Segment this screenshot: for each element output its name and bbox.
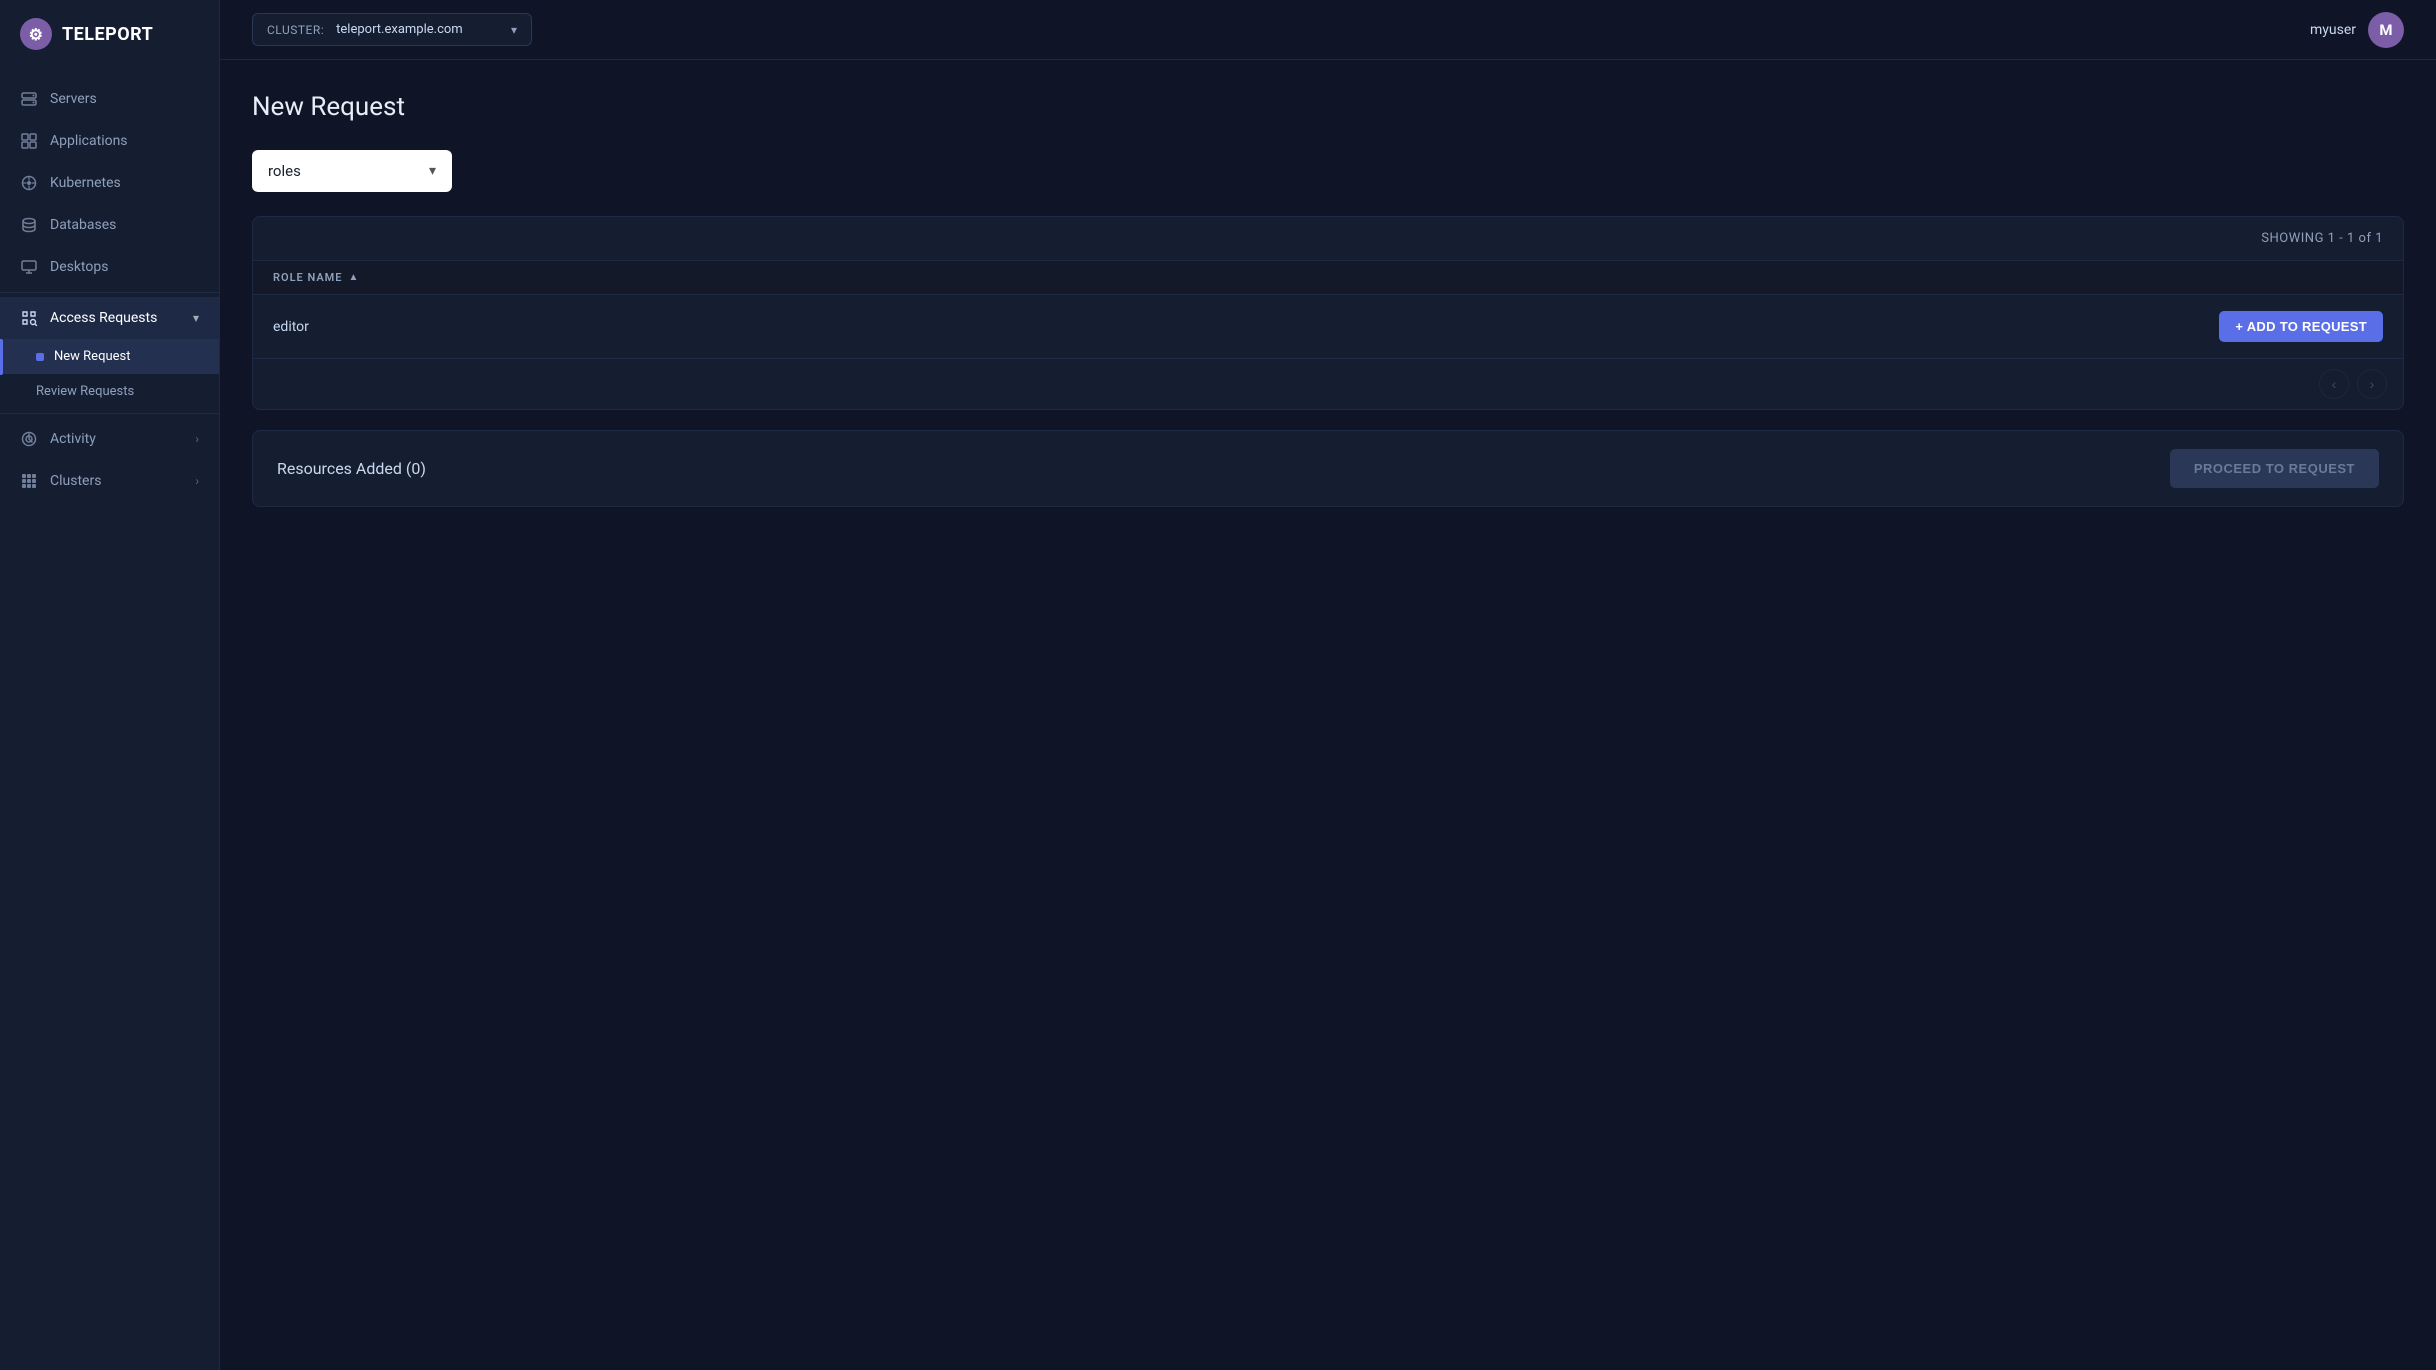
prev-page-button[interactable]: ‹ <box>2319 369 2349 399</box>
next-page-button[interactable]: › <box>2357 369 2387 399</box>
sidebar-item-servers[interactable]: Servers <box>0 78 219 120</box>
resources-added-label: Resources Added (0) <box>277 459 426 478</box>
access-requests-section: Access Requests ▾ New Request Review Req… <box>0 292 219 409</box>
avatar[interactable]: M <box>2368 12 2404 48</box>
review-requests-label: Review Requests <box>36 384 134 399</box>
sort-icon: ▲ <box>349 272 360 283</box>
clusters-label: Clusters <box>50 473 101 489</box>
table-header-bar: SHOWING 1 - 1 of 1 <box>253 217 2403 261</box>
server-icon <box>20 90 38 108</box>
sidebar-item-kubernetes[interactable]: Kubernetes <box>0 162 219 204</box>
roles-table: SHOWING 1 - 1 of 1 ROLE NAME ▲ editor + … <box>252 216 2404 410</box>
databases-icon <box>20 216 38 234</box>
clusters-icon <box>20 472 38 490</box>
sidebar-item-review-requests[interactable]: Review Requests <box>0 374 219 409</box>
table-row: editor + ADD TO REQUEST <box>253 295 2403 359</box>
cluster-selector[interactable]: CLUSTER: teleport.example.com ▾ <box>252 13 532 46</box>
activity-label: Activity <box>50 431 96 447</box>
desktops-label: Desktops <box>50 259 108 275</box>
resource-type-value: roles <box>268 162 301 180</box>
showing-count: SHOWING 1 - 1 of 1 <box>2261 231 2383 246</box>
kubernetes-label: Kubernetes <box>50 175 121 191</box>
activity-section: Activity › <box>0 413 219 502</box>
sidebar-item-access-requests[interactable]: Access Requests ▾ <box>0 297 219 339</box>
sidebar-item-desktops[interactable]: Desktops <box>0 246 219 288</box>
page-title: New Request <box>252 92 2404 122</box>
role-name-col-label: ROLE NAME ▲ <box>273 271 359 284</box>
resource-type-dropdown[interactable]: roles ▾ <box>252 150 452 192</box>
proceed-to-request-button[interactable]: PROCEED TO REQUEST <box>2170 449 2379 488</box>
desktops-icon <box>20 258 38 276</box>
sidebar: ⚙ TELEPORT Servers <box>0 0 220 1370</box>
access-requests-label: Access Requests <box>50 310 157 326</box>
main-area: CLUSTER: teleport.example.com ▾ myuser M… <box>220 0 2436 1370</box>
sidebar-item-databases[interactable]: Databases <box>0 204 219 246</box>
active-indicator <box>36 353 44 361</box>
pagination-area: ‹ › <box>253 359 2403 409</box>
cluster-label: CLUSTER: <box>267 23 324 37</box>
logo: ⚙ TELEPORT <box>0 0 219 68</box>
sidebar-item-new-request[interactable]: New Request <box>0 339 219 374</box>
sidebar-item-activity[interactable]: Activity › <box>0 418 219 460</box>
sidebar-nav: Servers Applications <box>0 68 219 1370</box>
username: myuser <box>2310 22 2356 38</box>
activity-chevron: › <box>195 432 199 446</box>
cluster-value: teleport.example.com <box>336 22 503 37</box>
user-area: myuser M <box>2310 12 2404 48</box>
role-name: editor <box>273 319 2219 335</box>
brand-name: TELEPORT <box>62 24 153 45</box>
access-requests-icon <box>20 309 38 327</box>
cluster-chevron-icon: ▾ <box>511 23 517 37</box>
sidebar-item-clusters[interactable]: Clusters › <box>0 460 219 502</box>
clusters-chevron: › <box>195 474 199 488</box>
access-requests-chevron: ▾ <box>193 311 199 325</box>
databases-label: Databases <box>50 217 116 233</box>
header: CLUSTER: teleport.example.com ▾ myuser M <box>220 0 2436 60</box>
sidebar-item-applications[interactable]: Applications <box>0 120 219 162</box>
kubernetes-icon <box>20 174 38 192</box>
applications-label: Applications <box>50 133 128 149</box>
footer-bar: Resources Added (0) PROCEED TO REQUEST <box>252 430 2404 507</box>
activity-icon <box>20 430 38 448</box>
table-col-header: ROLE NAME ▲ <box>253 261 2403 295</box>
resource-type-chevron-icon: ▾ <box>429 163 436 179</box>
add-to-request-button[interactable]: + ADD TO REQUEST <box>2219 311 2383 342</box>
applications-icon <box>20 132 38 150</box>
content-area: New Request roles ▾ SHOWING 1 - 1 of 1 R… <box>220 60 2436 1370</box>
servers-label: Servers <box>50 91 97 107</box>
new-request-label: New Request <box>54 349 130 364</box>
logo-icon: ⚙ <box>20 18 52 50</box>
